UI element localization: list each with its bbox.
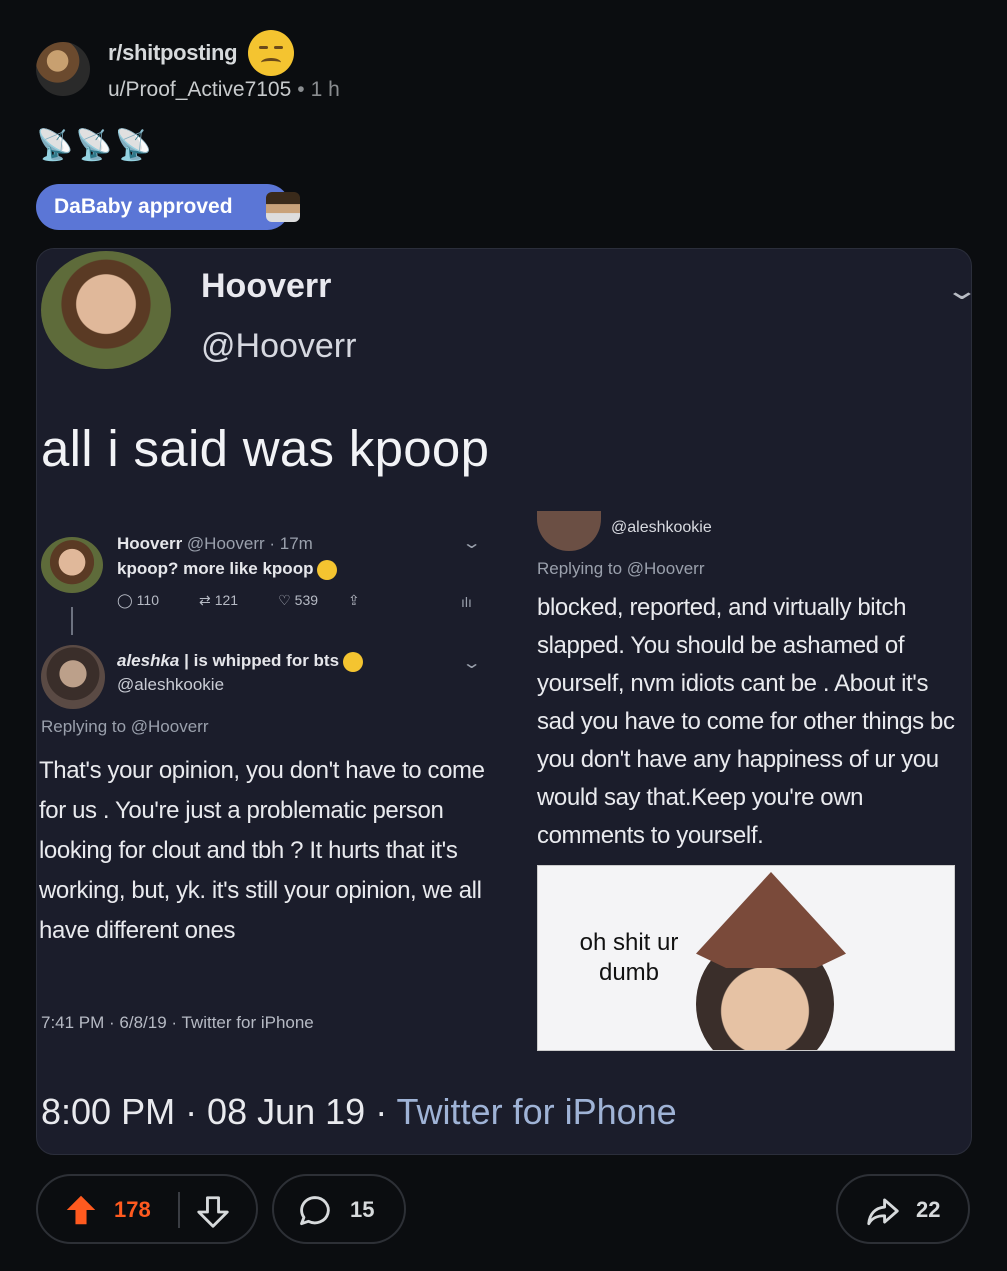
tweet-footer: 8:00 PM · 08 Jun 19 · Twitter for iPhone (41, 1091, 677, 1133)
chevron-down-icon[interactable]: ⌄ (945, 275, 971, 306)
inner-tweet-text: kpoop? more like kpoop (117, 559, 314, 578)
post-title: 📡📡📡 (36, 129, 155, 162)
subreddit-name[interactable]: r/shitposting (108, 40, 238, 66)
subreddit-avatar[interactable] (36, 42, 90, 96)
vote-bar: 178 (36, 1174, 258, 1244)
share-count: 22 (916, 1197, 941, 1222)
inner-tweet-actions: ◯ 110 ⇄ 121 ♡ 539 ⇪ (117, 592, 360, 609)
downvote-icon[interactable] (194, 1192, 232, 1232)
inner-tweet-text-row: kpoop? more like kpoop (117, 559, 338, 580)
post-flair[interactable]: DaBaby approved (36, 184, 300, 230)
inner-tweet-header: Hooverr @Hooverr · 17m (117, 534, 313, 554)
right-reply-body: blocked, reported, and virtually bitch s… (537, 594, 955, 849)
meme-caption: oh shit ur dumb (579, 929, 679, 986)
upvote-count: 178 (114, 1197, 151, 1222)
like-count: 539 (294, 592, 319, 608)
chevron-down-icon: ⌄ (461, 535, 482, 552)
tweet-name: Hooverr (201, 267, 332, 305)
flair-label: DaBaby approved (54, 195, 233, 218)
reply-name: aleshka (117, 651, 180, 670)
thread-line (71, 607, 73, 635)
reply-icon: ◯ (117, 592, 133, 608)
post-meta: u/Proof_Active7105 • 1 h (108, 78, 340, 101)
tweet-text: all i said was kpoop (41, 420, 490, 477)
dababy-emoji-icon (266, 192, 300, 222)
share-arrow-icon (867, 1198, 899, 1226)
post-image[interactable]: ⌄ Hooverr @Hooverr all i said was kpoop … (36, 248, 972, 1155)
post-author[interactable]: u/Proof_Active7105 (108, 78, 291, 101)
weary-face-emoji-icon (248, 30, 294, 76)
retweet-icon: ⇄ (199, 592, 211, 608)
reply-replying-to: Replying to @Hooverr (41, 717, 209, 736)
tweet-handle: @Hooverr (201, 327, 357, 365)
tweet-source: Twitter for iPhone (396, 1091, 677, 1132)
heart-icon: ♡ (278, 592, 291, 608)
right-reply-avatar (537, 511, 601, 551)
reply-count: 110 (136, 592, 159, 608)
inner-tweet-avatar (41, 537, 103, 593)
reply-footer: 7:41 PM · 6/8/19 · Twitter for iPhone (41, 1013, 314, 1032)
share-icon: ⇪ (348, 592, 360, 608)
inner-tweet-name: Hooverr (117, 534, 183, 553)
share-button[interactable]: 22 (836, 1174, 970, 1244)
post-time: 1 h (310, 78, 340, 101)
chevron-down-icon: ⌄ (461, 655, 482, 672)
reply-handle: @aleshkookie (117, 675, 225, 694)
analytics-icon: ılı (461, 594, 472, 610)
reply-header: aleshka | is whipped for bts (117, 651, 364, 672)
reply-body: That's your opinion, you don't have to c… (39, 757, 485, 944)
reply-name-suffix: | is whipped for bts (179, 651, 340, 670)
right-reply-replying-to: Replying to @Hooverr (537, 559, 705, 578)
right-reply-handle: @aleshkookie (611, 519, 712, 536)
comments-button[interactable]: 15 (272, 1174, 406, 1244)
tweet-timestamp: 8:00 PM · 08 Jun 19 · (41, 1091, 397, 1132)
cowboy-emoji-icon (317, 559, 338, 580)
retweet-count: 121 (214, 592, 239, 608)
reply-avatar (41, 645, 105, 709)
upvote-icon[interactable] (62, 1190, 100, 1230)
tweet-avatar (41, 251, 171, 369)
comment-icon (300, 1196, 330, 1226)
meme-hat (696, 872, 846, 968)
vote-divider (178, 1192, 180, 1228)
tongue-emoji-icon (343, 651, 364, 672)
comment-count: 15 (350, 1197, 375, 1222)
meme-image: oh shit ur dumb (537, 865, 955, 1051)
inner-tweet-handle: @Hooverr · 17m (186, 534, 313, 553)
